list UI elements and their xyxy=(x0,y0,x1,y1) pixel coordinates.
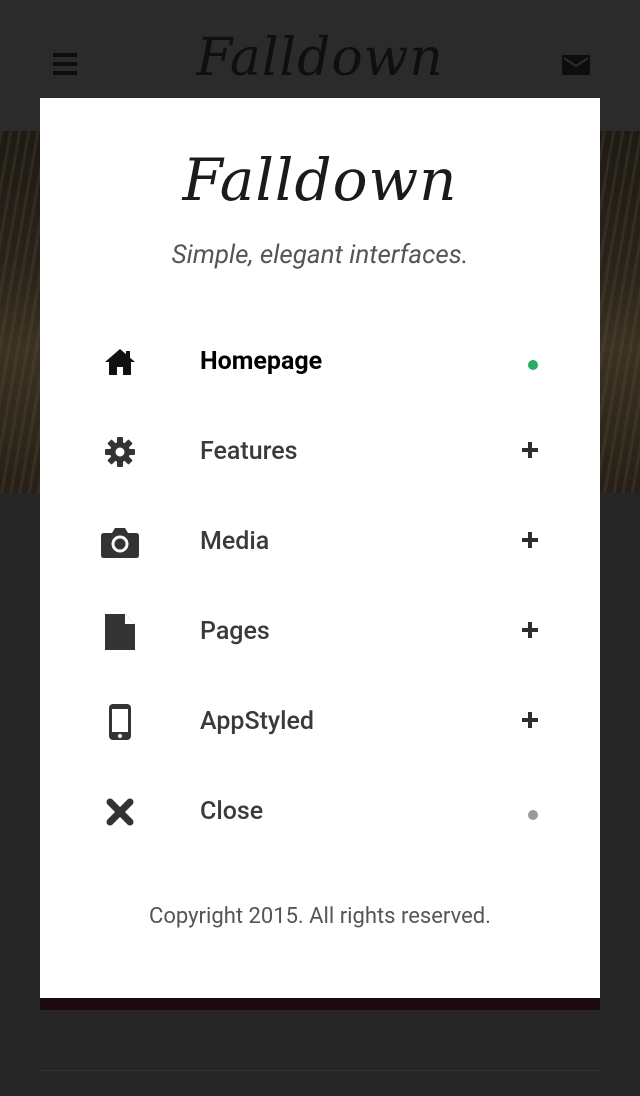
modal-logo: Falldown xyxy=(182,146,458,214)
nav-label: Homepage xyxy=(200,347,323,376)
gear-icon xyxy=(96,432,144,472)
nav-label: Features xyxy=(200,437,298,466)
menu-modal: Falldown Simple, elegant interfaces. Hom… xyxy=(40,98,600,998)
nav-item-homepage[interactable]: Homepage xyxy=(40,318,600,408)
nav-label: Media xyxy=(200,527,270,556)
nav-label: Close xyxy=(200,797,264,826)
footer-strip xyxy=(40,996,600,1010)
nav-list: Homepage Features Media Pages AppStyled … xyxy=(40,318,600,858)
indicator-dot xyxy=(528,810,538,820)
envelope-icon[interactable] xyxy=(562,53,590,77)
nav-item-media[interactable]: Media xyxy=(40,498,600,588)
mobile-phone-icon xyxy=(96,702,144,742)
nav-label: Pages xyxy=(200,617,270,646)
close-icon xyxy=(96,792,144,832)
tagline: Simple, elegant interfaces. xyxy=(171,240,469,270)
nav-label: AppStyled xyxy=(200,707,315,736)
copyright-text: Copyright 2015. All rights reserved. xyxy=(149,904,491,929)
home-icon xyxy=(96,342,144,382)
header-logo[interactable]: Falldown xyxy=(0,28,640,88)
nav-item-pages[interactable]: Pages xyxy=(40,588,600,678)
file-icon xyxy=(96,612,144,652)
active-indicator-dot xyxy=(528,360,538,370)
nav-item-close[interactable]: Close xyxy=(40,768,600,858)
expand-plus-icon[interactable] xyxy=(522,710,542,730)
expand-plus-icon[interactable] xyxy=(522,440,542,460)
nav-item-appstyled[interactable]: AppStyled xyxy=(40,678,600,768)
expand-plus-icon[interactable] xyxy=(522,530,542,550)
camera-icon xyxy=(96,522,144,562)
nav-item-features[interactable]: Features xyxy=(40,408,600,498)
divider xyxy=(40,1070,600,1071)
expand-plus-icon[interactable] xyxy=(522,620,542,640)
